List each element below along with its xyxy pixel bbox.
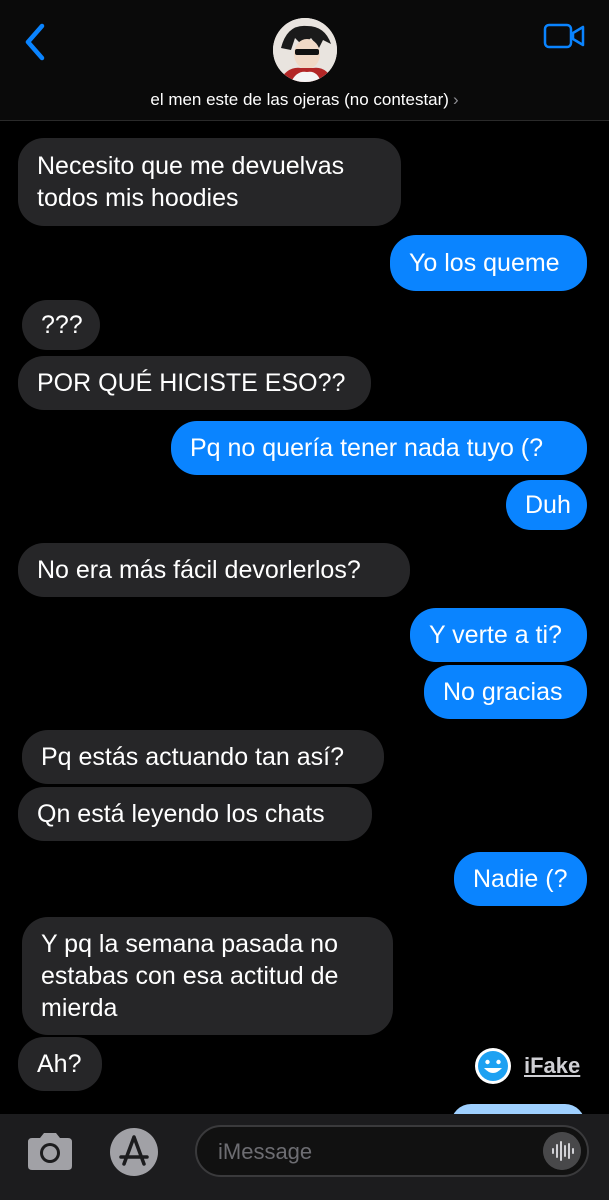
imessage-input[interactable]: iMessage	[195, 1125, 589, 1177]
ifake-logo-icon	[475, 1048, 511, 1084]
camera-icon[interactable]	[22, 1130, 78, 1172]
contact-avatar[interactable]	[273, 18, 337, 82]
message-bubble-incoming[interactable]: Pq estás actuando tan así?	[22, 730, 384, 784]
message-bubble-outgoing[interactable]: No gracias	[424, 665, 587, 719]
imessage-placeholder: iMessage	[218, 1139, 313, 1164]
message-bubble-incoming[interactable]: No era más fácil devorlerlos?	[18, 543, 410, 597]
compose-bar: iMessage	[0, 1114, 609, 1200]
message-bubble-outgoing[interactable]: Duh	[506, 480, 587, 530]
message-bubble-incoming[interactable]: Ah?	[18, 1037, 102, 1091]
message-bubble-outgoing[interactable]: Nadie (?	[454, 852, 587, 906]
avatar-illustration-icon	[273, 18, 337, 82]
message-bubble-incoming[interactable]: Necesito que me devuelvas todos mis hood…	[18, 138, 401, 226]
message-bubble-incoming[interactable]: ???	[22, 300, 100, 350]
message-bubble-outgoing[interactable]: Y verte a ti?	[410, 608, 587, 662]
ifake-watermark: iFake	[474, 1046, 580, 1086]
message-bubble-incoming[interactable]: POR QUÉ HICISTE ESO??	[18, 356, 371, 410]
message-bubble-incoming[interactable]: Y pq la semana pasada no estabas con esa…	[22, 917, 393, 1035]
message-bubble-outgoing[interactable]: Pq no quería tener nada tuyo (?	[171, 421, 587, 475]
conversation-header: el men este de las ojeras (no contestar)…	[0, 0, 609, 121]
chevron-right-icon: ›	[452, 90, 459, 109]
back-chevron-icon[interactable]	[20, 22, 50, 62]
video-call-icon[interactable]	[543, 22, 585, 50]
contact-name-label: el men este de las ojeras (no contestar)	[150, 90, 449, 109]
app-store-icon[interactable]	[108, 1126, 160, 1178]
voice-message-icon[interactable]	[543, 1132, 581, 1170]
message-bubble-outgoing[interactable]: Yo los queme	[390, 235, 587, 291]
message-bubble-incoming[interactable]: Qn está leyendo los chats	[18, 787, 372, 841]
contact-name-button[interactable]: el men este de las ojeras (no contestar)…	[0, 90, 609, 110]
watermark-label: iFake	[524, 1053, 581, 1078]
